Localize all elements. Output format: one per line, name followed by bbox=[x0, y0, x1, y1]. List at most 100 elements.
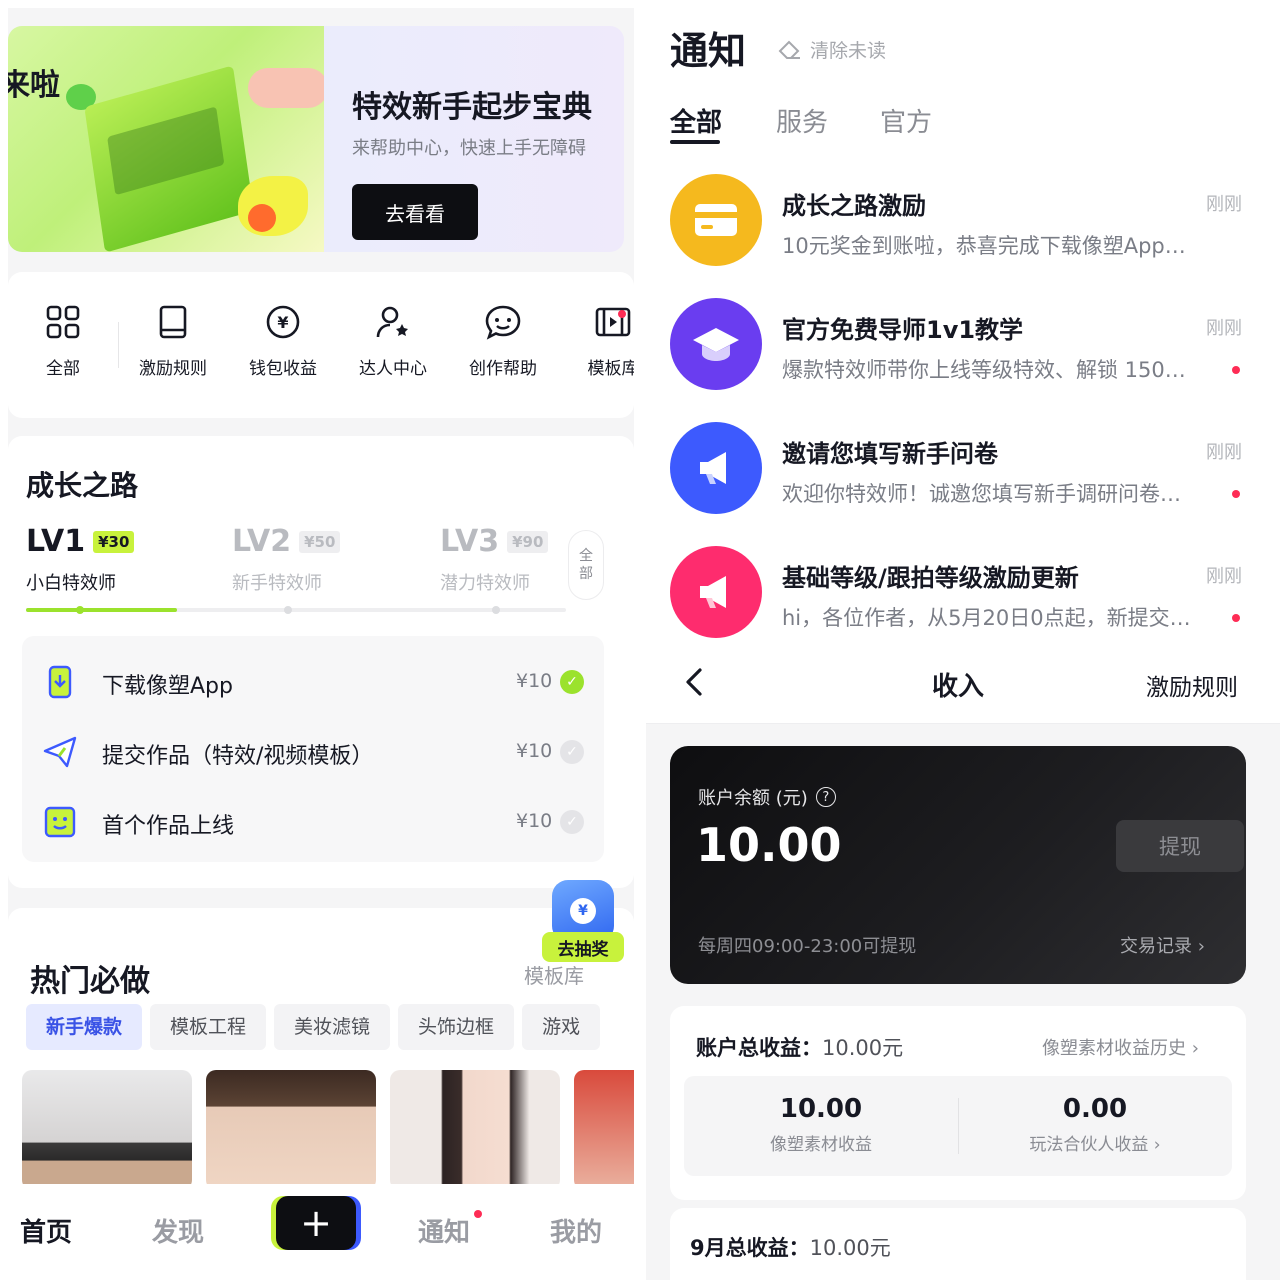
tab-service[interactable]: 服务 bbox=[776, 102, 828, 139]
growth-title: 成长之路 bbox=[26, 469, 139, 502]
question-icon[interactable]: ? bbox=[815, 787, 836, 807]
level-reward-badge: ¥90 bbox=[507, 530, 549, 553]
partner-earnings[interactable]: 0.00 玩法合伙人收益 › bbox=[958, 1094, 1232, 1155]
unread-dot bbox=[1232, 614, 1240, 622]
tab-me[interactable]: 我的 bbox=[550, 1212, 602, 1249]
tab-discover[interactable]: 发现 bbox=[152, 1212, 204, 1249]
chip-game[interactable]: 游戏 bbox=[522, 1004, 601, 1050]
notification-item[interactable]: 成长之路激励 刚刚 10元奖金到账啦，恭喜完成下载像塑App… bbox=[670, 174, 1270, 274]
chip-template-project[interactable]: 模板工程 bbox=[150, 1004, 267, 1050]
card-icon bbox=[670, 174, 762, 266]
notification-time: 刚刚 bbox=[1206, 442, 1242, 463]
incentive-rules-link[interactable]: 激励规则 bbox=[1146, 668, 1238, 702]
tab-underline bbox=[670, 140, 720, 144]
check-pending-icon: ✓ bbox=[560, 810, 584, 834]
new-badge-dot bbox=[618, 310, 626, 318]
notify-badge-dot bbox=[474, 1210, 482, 1218]
level-progress-fill bbox=[26, 608, 178, 612]
transaction-records-link[interactable]: 交易记录 › bbox=[1120, 932, 1205, 958]
notification-item[interactable]: 邀请您填写新手问卷 刚刚 欢迎你特效师！诚邀您填写新手调研问卷… bbox=[670, 422, 1270, 522]
notification-time: 刚刚 bbox=[1206, 318, 1242, 339]
template-thumbnail[interactable] bbox=[206, 1070, 376, 1190]
level-subtitle: 小白特效师 bbox=[26, 573, 116, 594]
template-thumbnail[interactable] bbox=[22, 1070, 192, 1190]
quick-link-label: 模板库 bbox=[587, 359, 635, 379]
task-amount: ¥10 bbox=[516, 670, 553, 692]
chip-headwear-frame[interactable]: 头饰边框 bbox=[398, 1004, 515, 1050]
eraser-icon bbox=[778, 40, 800, 59]
all-levels-label: 全部 bbox=[579, 548, 593, 582]
phone-download-icon bbox=[48, 665, 72, 699]
quick-links: 全部 激励规则 ¥ 钱包收益 达人中心 创作帮助 模板库 bbox=[8, 272, 634, 418]
task-item[interactable]: 提交作品（特效/视频模板） ¥10 ✓ bbox=[22, 716, 604, 786]
banner-illustration: 来啦 bbox=[8, 26, 324, 252]
tab-official[interactable]: 官方 bbox=[880, 102, 932, 139]
page-title: 通知 bbox=[670, 29, 747, 73]
tab-all[interactable]: 全部 bbox=[670, 102, 722, 139]
task-label: 下载像塑App bbox=[102, 674, 233, 699]
clear-unread-button[interactable]: 清除未读 bbox=[778, 36, 886, 63]
quick-link-wallet[interactable]: ¥ 钱包收益 bbox=[228, 302, 338, 379]
template-thumbnail[interactable] bbox=[574, 1070, 634, 1190]
banner-art-text: 来啦 bbox=[8, 68, 60, 103]
growth-path-card: 成长之路 LV1 ¥30 小白特效师 LV2 ¥50 新手特效师 LV3 ¥90 潜力… bbox=[8, 436, 634, 888]
withdraw-button[interactable]: 提现 bbox=[1116, 820, 1244, 872]
graduation-cap-icon bbox=[670, 298, 762, 390]
template-thumbnail[interactable] bbox=[390, 1070, 560, 1190]
earnings-breakdown: 10.00 像塑素材收益 0.00 玩法合伙人收益 › bbox=[684, 1076, 1232, 1176]
task-label: 首个作品上线 bbox=[102, 814, 235, 839]
quick-link-label: 达人中心 bbox=[359, 359, 427, 379]
level-lv2[interactable]: LV2 ¥50 新手特效师 bbox=[232, 524, 341, 595]
task-amount: ¥10 bbox=[516, 810, 553, 832]
earnings-label: 玩法合伙人收益 › bbox=[1029, 1135, 1161, 1155]
quick-link-label: 全部 bbox=[46, 359, 80, 379]
banner-go-button[interactable]: 去看看 bbox=[352, 184, 478, 240]
help-banner[interactable]: 来啦 特效新手起步宝典 来帮助中心，快速上手无障碍 去看看 bbox=[8, 26, 624, 252]
quick-link-creator-center[interactable]: 达人中心 bbox=[338, 302, 448, 379]
chip-newbie-hits[interactable]: 新手爆款 bbox=[26, 1004, 143, 1050]
level-lv3[interactable]: LV3 ¥90 潜力特效师 bbox=[440, 524, 549, 595]
task-item[interactable]: 下载像塑App ¥10 ✓ bbox=[22, 646, 604, 716]
tab-home[interactable]: 首页 bbox=[20, 1212, 72, 1249]
lottery-button[interactable]: ¥ 去抽奖 bbox=[542, 880, 624, 976]
notification-message: 10元奖金到账啦，恭喜完成下载像塑App… bbox=[782, 234, 1186, 258]
help-chat-icon bbox=[483, 302, 523, 342]
balance-label: 账户余额 (元) ? bbox=[698, 784, 836, 810]
monthly-earnings: 9月总收益：10.00元 bbox=[690, 1232, 891, 1262]
orange-shape bbox=[248, 204, 276, 232]
tab-notify[interactable]: 通知 bbox=[418, 1212, 470, 1249]
quick-link-all[interactable]: 全部 bbox=[8, 302, 118, 379]
quick-link-rules[interactable]: 激励规则 bbox=[118, 302, 228, 379]
total-earnings-card: 账户总收益：10.00元 像塑素材收益历史 › 10.00 像塑素材收益 0.0… bbox=[670, 1006, 1246, 1200]
notification-time: 刚刚 bbox=[1206, 566, 1242, 587]
earnings-value: 0.00 bbox=[1062, 1094, 1128, 1124]
chip-beauty-filter[interactable]: 美妆滤镜 bbox=[274, 1004, 391, 1050]
level-name: LV1 bbox=[26, 524, 86, 559]
notifications-screen: 通知 清除未读 全部 服务 官方 成长之路激励 刚刚 10元奖金到账啦，恭喜完成… bbox=[646, 0, 1280, 640]
task-label: 提交作品（特效/视频模板） bbox=[102, 744, 374, 769]
book-icon bbox=[153, 302, 193, 342]
banner-subtitle: 来帮助中心，快速上手无障碍 bbox=[352, 138, 586, 159]
all-levels-button[interactable]: 全部 bbox=[568, 530, 604, 600]
notification-item[interactable]: 基础等级/跟拍等级激励更新 刚刚 hi，各位作者，从5月20日0点起，新提交… bbox=[670, 546, 1270, 640]
level-progress-track bbox=[26, 606, 566, 614]
task-list: 下载像塑App ¥10 ✓ 提交作品（特效/视频模板） ¥10 ✓ 首个作品上线… bbox=[22, 636, 604, 862]
check-done-icon: ✓ bbox=[560, 670, 584, 694]
home-screen: 来啦 特效新手起步宝典 来帮助中心，快速上手无障碍 去看看 全部 激励规则 ¥ … bbox=[8, 8, 634, 1280]
level-name: LV3 bbox=[440, 524, 500, 559]
task-item[interactable]: 首个作品上线 ¥10 ✓ bbox=[22, 786, 604, 856]
level-lv1[interactable]: LV1 ¥30 小白特效师 bbox=[26, 524, 135, 595]
unread-dot bbox=[1232, 490, 1240, 498]
quick-link-label: 激励规则 bbox=[139, 359, 207, 379]
level-subtitle: 新手特效师 bbox=[232, 573, 322, 594]
earnings-history-link[interactable]: 像塑素材收益历史 › bbox=[1042, 1034, 1199, 1060]
earnings-label: 像塑素材收益 bbox=[770, 1135, 872, 1155]
notification-message: 爆款特效师带你上线等级特效、解锁 150… bbox=[782, 358, 1186, 382]
notification-title: 基础等级/跟拍等级激励更新 bbox=[782, 564, 1079, 592]
quick-link-creation-help[interactable]: 创作帮助 bbox=[448, 302, 558, 379]
create-plus-button[interactable]: + bbox=[276, 1196, 356, 1250]
total-earnings-label: 账户总收益： bbox=[696, 1036, 822, 1060]
banner-title: 特效新手起步宝典 bbox=[352, 90, 592, 125]
notification-message: hi，各位作者，从5月20日0点起，新提交… bbox=[782, 606, 1191, 630]
notification-item[interactable]: 官方免费导师1v1教学 刚刚 爆款特效师带你上线等级特效、解锁 150… bbox=[670, 298, 1270, 398]
